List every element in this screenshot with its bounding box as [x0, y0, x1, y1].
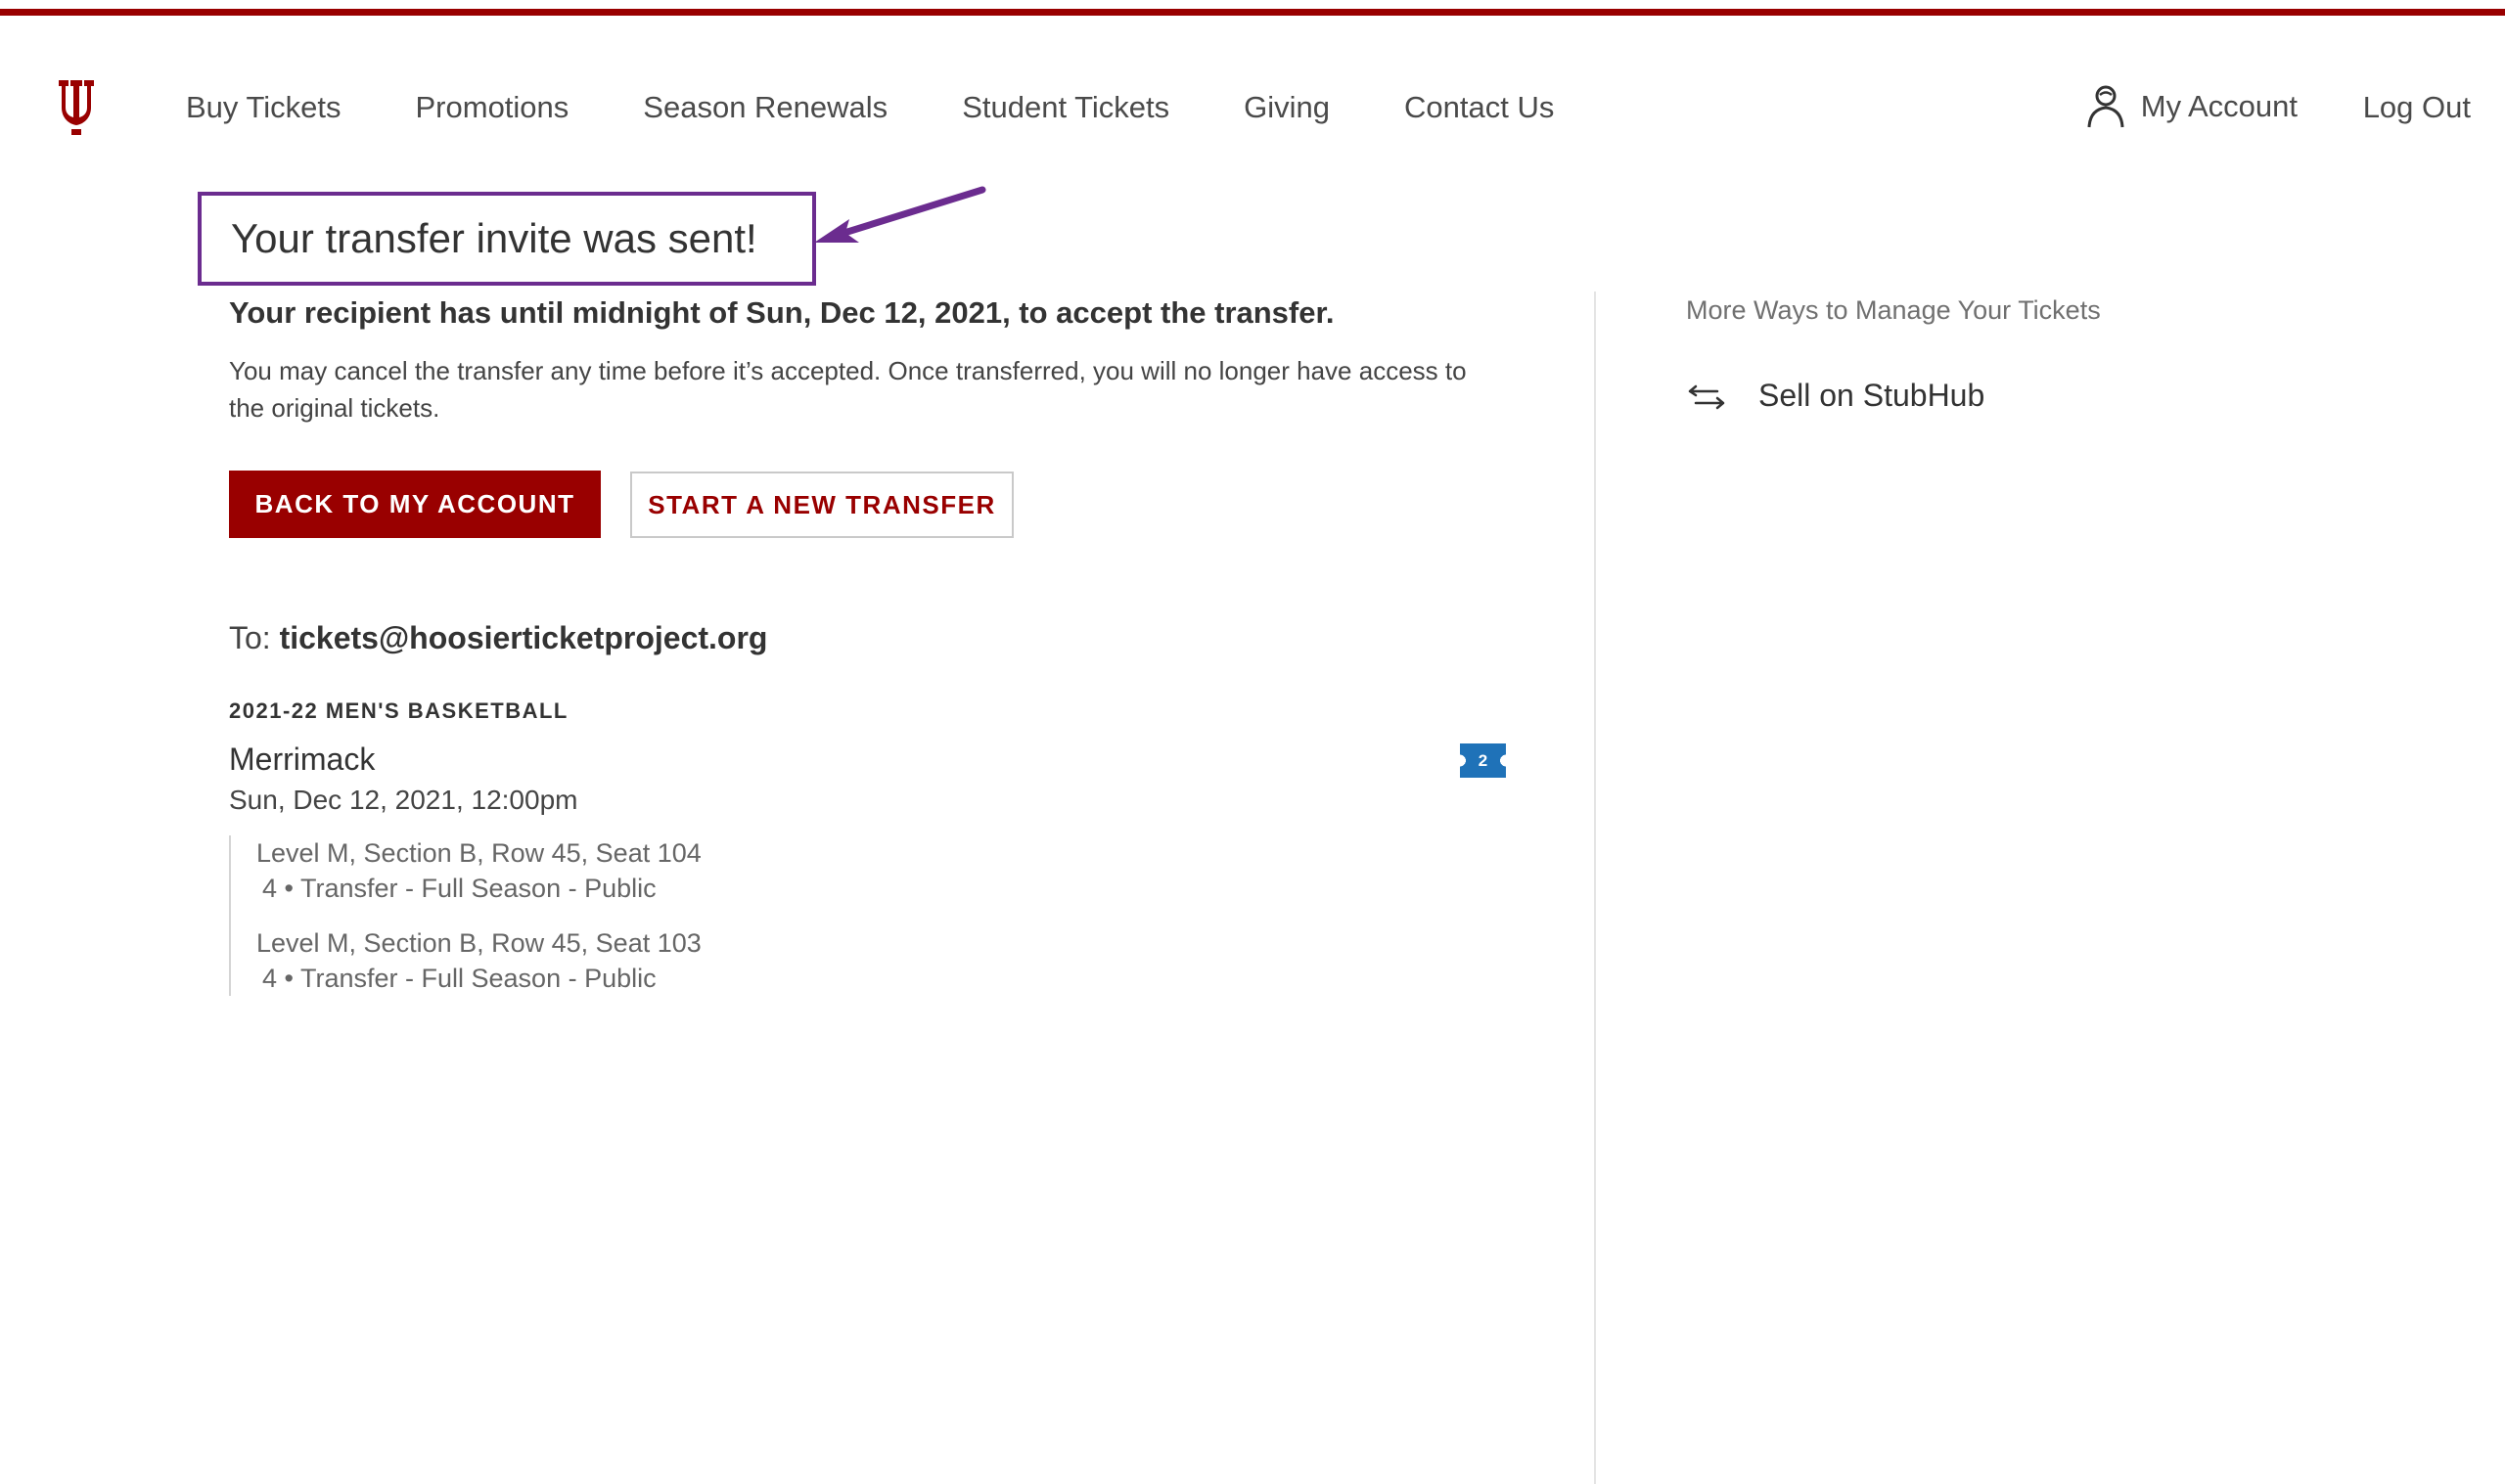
sidebar-title: More Ways to Manage Your Tickets [1686, 295, 2101, 325]
my-account-label: My Account [2140, 89, 2298, 123]
nav-student-tickets[interactable]: Student Tickets [962, 90, 1169, 125]
transfer-info: You may cancel the transfer any time bef… [229, 356, 1467, 423]
event-name: Merrimack [229, 742, 376, 777]
my-account-link[interactable]: My Account [2086, 82, 2298, 131]
annotation-arrow-icon [814, 186, 986, 243]
headline-highlight-box: Your transfer invite was sent! [198, 192, 816, 286]
sell-on-stubhub-label: Sell on StubHub [1758, 378, 1985, 413]
event-season: 2021-22 MEN'S BASKETBALL [229, 698, 569, 723]
log-out-link[interactable]: Log Out [2363, 86, 2471, 129]
ticket-count-badge: 2 [1460, 743, 1506, 778]
seat-item: Level M, Section B, Row 45, Seat 103 4 •… [256, 925, 914, 996]
nav-promotions[interactable]: Promotions [416, 90, 569, 125]
brand-top-bar [0, 9, 2505, 16]
event-date: Sun, Dec 12, 2021, 12:00pm [229, 785, 578, 815]
nav-buy-tickets[interactable]: Buy Tickets [186, 90, 342, 125]
seat-item: Level M, Section B, Row 45, Seat 104 4 •… [256, 835, 914, 906]
start-new-transfer-button[interactable]: START A NEW TRANSFER [630, 472, 1014, 538]
nav-contact-us[interactable]: Contact Us [1404, 90, 1554, 125]
iu-trident-logo[interactable] [53, 76, 102, 137]
recipient-prefix: To: [229, 620, 280, 655]
seat-type: 4 • Transfer - Full Season - Public [262, 964, 657, 993]
back-to-my-account-button[interactable]: BACK TO MY ACCOUNT [229, 471, 601, 538]
recipient-email: tickets@hoosierticketproject.org [279, 620, 768, 655]
seat-type: 4 • Transfer - Full Season - Public [262, 874, 657, 903]
page-title: Your transfer invite was sent! [231, 215, 757, 261]
user-icon [2087, 85, 2124, 128]
seat-location: Level M, Section B, Row 45, Seat 104 [256, 838, 702, 868]
transfer-deadline: Your recipient has until midnight of Sun… [229, 295, 1335, 330]
seat-location: Level M, Section B, Row 45, Seat 103 [256, 928, 702, 958]
seat-list: Level M, Section B, Row 45, Seat 104 4 •… [229, 835, 914, 996]
nav-giving[interactable]: Giving [1244, 90, 1330, 125]
sell-on-stubhub-link[interactable]: Sell on StubHub [1686, 378, 1984, 414]
recipient-line: To: tickets@hoosierticketproject.org [229, 620, 767, 656]
nav-season-renewals[interactable]: Season Renewals [643, 90, 888, 125]
swap-arrows-icon [1688, 384, 1725, 409]
column-divider [1594, 292, 1596, 1484]
main-nav: Buy Tickets Promotions Season Renewals S… [186, 86, 1628, 129]
